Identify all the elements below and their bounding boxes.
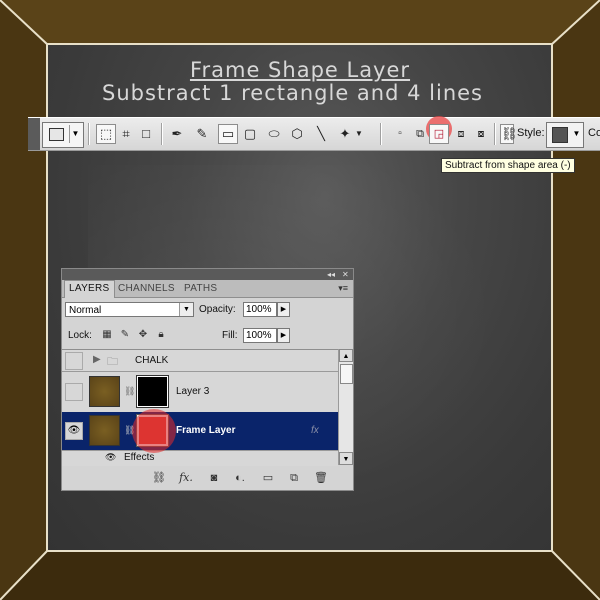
link-icon: ⛓	[124, 386, 136, 396]
layer-row-frame[interactable]: 👁︎ ⛓ Frame Layer fx	[62, 412, 338, 451]
rectangle-icon[interactable]: ▭	[218, 124, 238, 144]
tooltip: Subtract from shape area (-)	[441, 158, 575, 173]
folder-icon: 🗀	[107, 356, 118, 368]
layer-name: Frame Layer	[176, 425, 236, 436]
layers-panel: ◂◂ ✕ LAYERS CHANNELS PATHS ▾≡ Normal ▼ O…	[61, 268, 354, 491]
fx-icon[interactable]: fx	[311, 425, 319, 436]
close-icon[interactable]: ✕	[342, 269, 349, 280]
line-icon[interactable]: ╲	[312, 125, 330, 143]
layers-scrollbar[interactable]: ▲ ▼	[338, 349, 353, 465]
options-bar-grip[interactable]	[28, 118, 40, 150]
visibility-toggle[interactable]	[65, 383, 83, 401]
lock-transparent-icon[interactable]: ▦	[101, 329, 113, 341]
divider	[380, 123, 382, 145]
layer-thumbnail	[89, 415, 120, 446]
fill-field[interactable]: 100%	[243, 328, 277, 343]
shape-layers-icon[interactable]: ⬚	[96, 124, 116, 144]
caption-subtitle: Substract 1 rectangle and 4 lines	[101, 81, 483, 105]
layer-name: CHALK	[135, 355, 169, 366]
lock-label: Lock:	[68, 330, 92, 341]
new-layer-icon[interactable]: ⧉	[286, 470, 302, 486]
panel-menu-icon[interactable]: ▾≡	[338, 283, 348, 294]
pen-icon[interactable]: ✒	[168, 125, 186, 143]
caption-title: Frame Shape Layer	[189, 58, 411, 82]
divider	[161, 123, 163, 145]
intersect-shape-areas-icon[interactable]: ⧈	[452, 125, 470, 143]
chevron-down-icon: ▼	[572, 129, 581, 138]
paths-icon[interactable]: ⌗	[117, 125, 135, 143]
style-picker[interactable]: ▼	[546, 122, 584, 148]
new-group-icon[interactable]: ▭	[260, 470, 276, 486]
blend-mode-select[interactable]: Normal ▼	[65, 302, 194, 317]
eye-icon[interactable]: 👁︎	[105, 452, 116, 463]
effects-label: Effects	[124, 452, 155, 463]
rectangle-preset-icon	[49, 128, 64, 141]
style-label: Style:	[517, 127, 545, 139]
chevron-down-icon: ▼	[179, 303, 193, 316]
effects-row[interactable]: 👁︎ Effects	[62, 451, 338, 466]
layer-row-layer3[interactable]: ⛓ Layer 3	[62, 372, 338, 413]
mask-highlight-circle	[132, 409, 176, 453]
collapse-icon[interactable]: ◂◂	[327, 269, 335, 280]
opacity-label: Opacity:	[199, 304, 236, 315]
style-swatch	[552, 127, 568, 143]
lock-image-icon[interactable]: ✎	[119, 329, 131, 341]
fill-label: Fill:	[222, 330, 238, 341]
tool-preset-picker[interactable]: ▼	[42, 122, 84, 148]
exclude-overlapping-icon[interactable]: ⧇	[472, 125, 490, 143]
polygon-icon[interactable]: ⬡	[288, 125, 306, 143]
scroll-thumb[interactable]	[340, 364, 353, 384]
scroll-down-icon[interactable]: ▼	[339, 452, 353, 465]
scroll-up-icon[interactable]: ▲	[339, 349, 353, 362]
trash-icon[interactable]: 🗑︎	[313, 470, 329, 486]
add-layer-style-icon[interactable]: fx.	[178, 470, 194, 486]
eye-icon[interactable]: 👁︎	[65, 422, 83, 440]
adjustment-layer-icon[interactable]: ◐.	[232, 470, 248, 486]
subtract-from-shape-area-icon[interactable]: ◲	[429, 124, 449, 144]
divider	[88, 123, 90, 145]
tab-layers[interactable]: LAYERS	[64, 280, 115, 298]
add-mask-icon[interactable]: ◙	[206, 470, 222, 486]
tab-channels[interactable]: CHANNELS	[114, 281, 179, 296]
layer-row-chalk[interactable]: ▶ 🗀 CHALK	[62, 350, 338, 372]
chevron-down-icon[interactable]: ▼	[354, 125, 364, 143]
link-icon: ⛓	[124, 425, 136, 435]
ellipse-icon[interactable]: ⬭	[265, 125, 283, 143]
divider	[494, 123, 496, 145]
expand-triangle-icon[interactable]: ▶	[93, 354, 101, 365]
tab-paths[interactable]: PATHS	[180, 281, 221, 296]
custom-shape-icon[interactable]: ✦	[336, 125, 354, 143]
color-label: Co	[588, 127, 600, 139]
panel-tabs: LAYERS CHANNELS PATHS ▾≡	[62, 280, 353, 298]
visibility-toggle[interactable]	[65, 352, 83, 370]
chevron-down-icon: ▼	[69, 125, 81, 143]
panel-footer: ⛓ fx. ◙ ◐. ▭ ⧉ 🗑︎	[62, 466, 353, 489]
fill-slider-button[interactable]: ▶	[277, 328, 290, 343]
layers-list: ▶ 🗀 CHALK ⛓ Layer 3 👁︎ ⛓ Frame Layer fx …	[62, 349, 338, 466]
layer-thumbnail	[89, 376, 120, 407]
options-bar: ▼ ⬚ ⌗ □ ✒ ✎ ▭ ▢ ⬭ ⬡ ╲ ✦ ▼ ▫ ⧉ ◲ ⧈ ⧇ ⛓ St…	[28, 116, 600, 151]
panel-titlebar[interactable]: ◂◂ ✕	[62, 269, 353, 280]
opacity-field[interactable]: 100%	[243, 302, 277, 317]
opacity-slider-button[interactable]: ▶	[277, 302, 290, 317]
rounded-rectangle-icon[interactable]: ▢	[241, 125, 259, 143]
lock-position-icon[interactable]: ✥	[137, 329, 149, 341]
freeform-pen-icon[interactable]: ✎	[193, 125, 211, 143]
layer-mask-thumbnail	[136, 375, 169, 408]
lock-all-icon[interactable]: 🔒︎	[155, 329, 167, 341]
fill-pixels-icon[interactable]: □	[137, 125, 155, 143]
link-icon[interactable]: ⛓	[500, 124, 518, 144]
layer-name: Layer 3	[176, 386, 210, 397]
new-shape-layer-icon[interactable]: ▫	[391, 125, 409, 143]
link-layers-icon[interactable]: ⛓	[151, 470, 167, 486]
